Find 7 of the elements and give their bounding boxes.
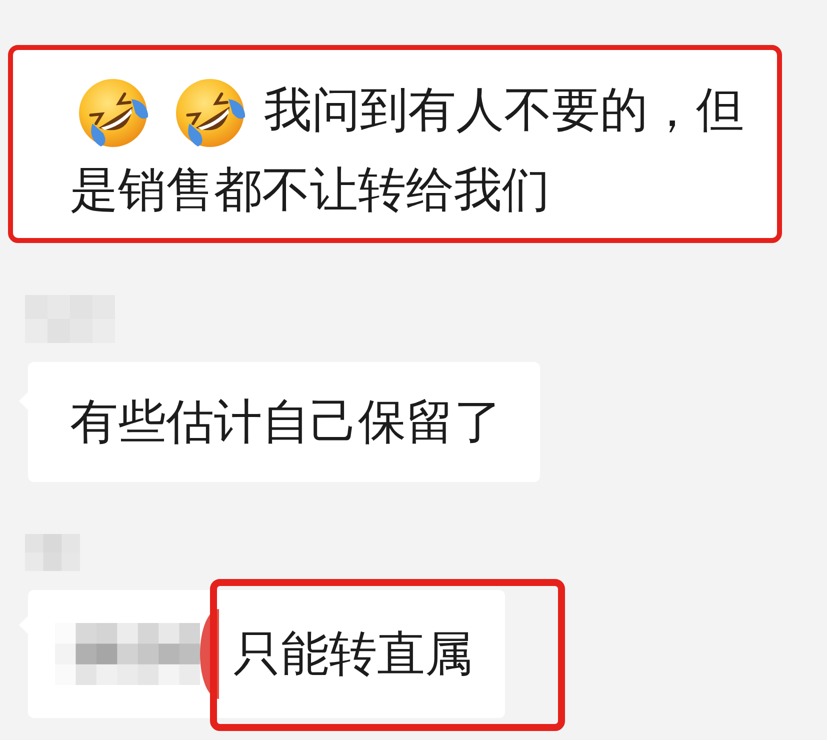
pixelated-name-drawing <box>25 534 80 571</box>
message-text: 我问到有人不要的，但 <box>264 82 744 138</box>
laughing-tears-emoji-icon <box>175 78 245 148</box>
message-text: 有些估计自己保留了 <box>70 394 502 450</box>
laughing-tears-emoji-icon <box>78 78 148 148</box>
message-text: 是销售都不让转给我们 <box>70 162 550 218</box>
message-text: 只能转直属 <box>233 630 473 678</box>
